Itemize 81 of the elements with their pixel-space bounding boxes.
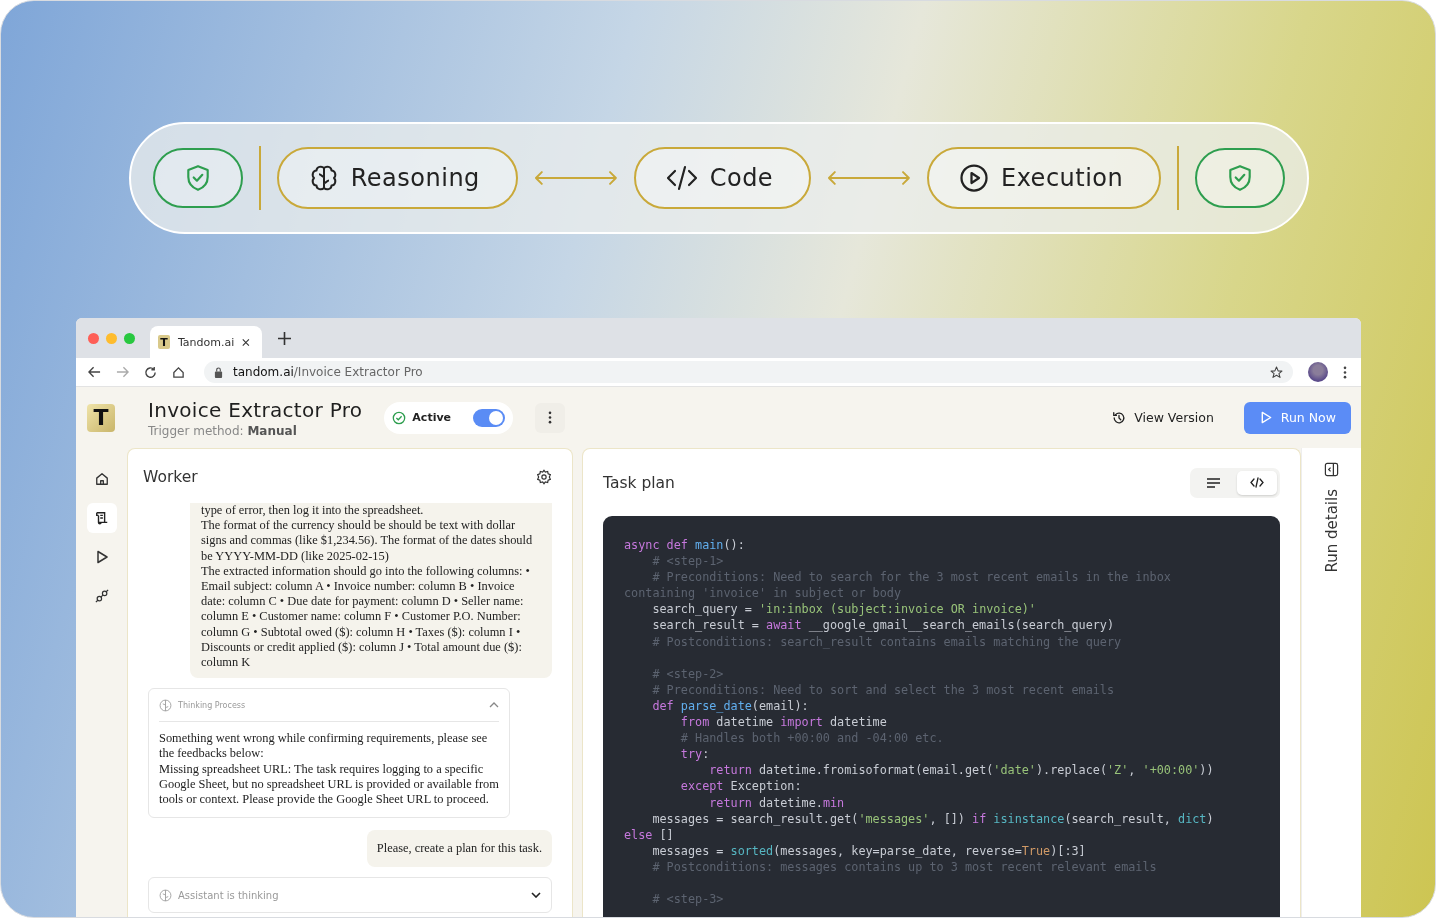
code-line: search_result = await __google_gmail__search_emails(search_query) xyxy=(651,617,1116,634)
status-label: Active xyxy=(412,411,452,424)
lock-icon xyxy=(214,366,223,378)
code-line: search_query = 'in:inbox (subject:invoice OR invoice)' xyxy=(651,601,1037,618)
code-line: except Exception: xyxy=(679,778,803,795)
code-line: return datetime.fromisoformat(email.get('date').replace('Z', '+00:00')) xyxy=(708,762,1215,779)
code-icon xyxy=(1250,477,1264,488)
minimize-window-dot[interactable] xyxy=(106,332,117,344)
code-line: containing 'invoice' in subject or body xyxy=(624,585,902,602)
code-line: # Preconditions: Need to search for the 3 most recent emails in the inbox xyxy=(651,569,1172,586)
step-label: Execution xyxy=(1001,164,1124,192)
message-text: The format of the currency should be should be text with dollar signs and commas (like $1,234.56). The format of the dates should be YYYY-MM-DD (like 2025-02-15) xyxy=(201,518,534,564)
view-version-button[interactable]: View Version xyxy=(1106,409,1220,426)
double-arrow-icon xyxy=(533,171,618,185)
url-text: tandom.ai/Invoice Extractor Pro xyxy=(233,365,424,379)
code-line: messages = search_result.get('messages', []) if isinstance(search_result, dict) xyxy=(651,810,1215,827)
address-bar[interactable]: tandom.ai/Invoice Extractor Pro xyxy=(204,361,1293,383)
play-circle-icon xyxy=(959,163,989,193)
active-toggle[interactable] xyxy=(473,408,506,427)
sidebar-toggle-icon[interactable] xyxy=(1324,462,1339,477)
step-label: Code xyxy=(709,164,774,192)
code-line: else [] xyxy=(624,826,675,843)
message-text: type of error, then log it into the spreadsheet. xyxy=(201,503,425,519)
code-line: # <step-3> xyxy=(651,891,725,908)
history-icon xyxy=(1112,410,1127,425)
code-line: # Postconditions: messages contains up to 3 most recent relevant emails xyxy=(651,858,1158,875)
code-line: # <step-1> xyxy=(651,553,725,570)
run-details-tab[interactable]: Run details xyxy=(1322,489,1341,573)
shield-check-icon xyxy=(184,164,211,192)
play-icon xyxy=(95,550,108,564)
code-line: async def main(): xyxy=(624,537,746,554)
thinking-label: Thinking Process xyxy=(178,700,247,710)
close-window-dot[interactable] xyxy=(88,332,99,344)
brain-icon xyxy=(159,698,172,712)
code-line: # Postconditions: search_result contains emails matching the query xyxy=(651,633,1123,650)
code-icon xyxy=(665,165,698,191)
chevron-icon[interactable] xyxy=(531,892,541,899)
home-icon[interactable] xyxy=(172,365,185,379)
code-line: # <step-2> xyxy=(651,665,725,682)
thinking-text: Missing spreadsheet URL: The task requires logging to a specific Google Sheet, but no spreadsheet URL is provided or available from tools or context. Please provide the Google Sheet URL to proceed. xyxy=(159,761,499,808)
brain-icon xyxy=(159,888,172,902)
code-line: return datetime.min xyxy=(708,794,846,811)
code-line: # Handles both +00:00 and -04:00 etc. xyxy=(679,730,945,747)
scroll-icon xyxy=(94,511,109,525)
app-logo: T xyxy=(87,403,115,432)
reload-icon[interactable] xyxy=(144,365,157,379)
settings-icon[interactable] xyxy=(536,469,552,485)
new-tab-icon[interactable] xyxy=(278,331,291,345)
panel-title: Task plan xyxy=(603,473,675,492)
code-line: try: xyxy=(679,746,711,763)
thinking-text: Something went wrong while confirming requirements, please see the feedbacks below: xyxy=(159,731,489,762)
check-circle-icon xyxy=(392,410,407,425)
trigger-method: Trigger method: Manual xyxy=(148,423,298,438)
more-icon[interactable] xyxy=(1343,365,1347,379)
assistant-thinking-label: Assistant is thinking xyxy=(178,889,280,901)
step-label: Reasoning xyxy=(350,164,480,192)
favicon: T xyxy=(158,335,170,349)
tab-title: Tandom.ai xyxy=(177,335,235,349)
home-icon xyxy=(94,472,109,486)
avatar[interactable] xyxy=(1308,362,1328,382)
message-text: Please, create a plan for this task. xyxy=(376,841,542,857)
nav-button[interactable] xyxy=(86,503,117,533)
worker-title: Invoice Extractor Pro xyxy=(148,397,363,422)
view-tab[interactable] xyxy=(1237,470,1277,495)
shield-check-icon xyxy=(1227,164,1254,192)
code-line: # Preconditions: Need to sort and select the 3 most recent emails xyxy=(651,681,1116,698)
more-icon xyxy=(548,411,553,424)
panel-title: Worker xyxy=(143,468,198,486)
play-icon xyxy=(1259,411,1272,424)
star-icon[interactable] xyxy=(1270,365,1283,379)
maximize-window-dot[interactable] xyxy=(124,332,135,344)
message-text: The extracted information should go into the following columns: • Email subject: column A • Invoice number: column B • Invoice date: column C • Due date for payment: column D • Seller name: column E • Customer name: column F • Customer P.O. Number: column G • Subtotal owed ($): column H • Taxes ($): column I • Discounts or credit applied ($): column J • Total amount due ($): column K xyxy=(201,563,531,671)
plug-icon xyxy=(94,589,109,603)
browser-tab[interactable]: T Tandom.ai xyxy=(150,326,262,358)
double-arrow-icon xyxy=(827,171,911,185)
close-icon[interactable] xyxy=(242,337,250,347)
code-line: from datetime import datetime xyxy=(679,714,888,731)
back-icon[interactable] xyxy=(88,366,101,378)
lines-icon xyxy=(1206,477,1220,488)
code-line: messages = sorted(messages, key=parse_date, reverse=True)[:3] xyxy=(651,842,1087,859)
code-line: def parse_date(email): xyxy=(651,697,810,715)
